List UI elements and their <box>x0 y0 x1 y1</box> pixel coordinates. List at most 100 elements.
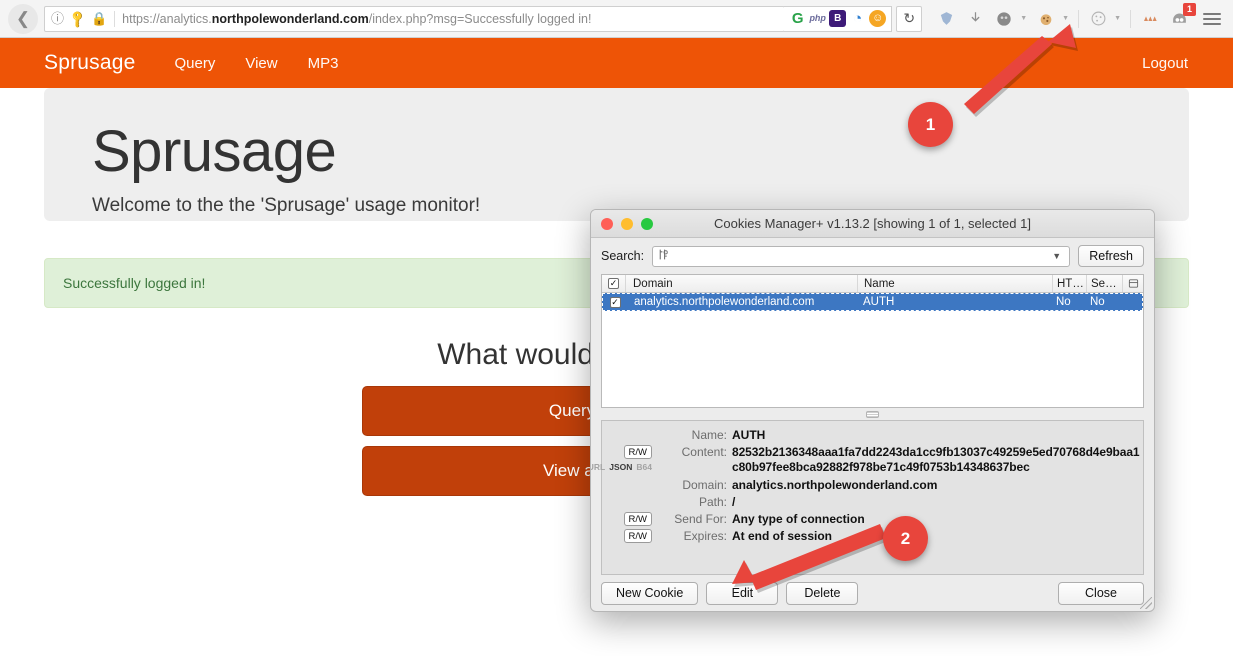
detail-expires-row: R/W Expires: At end of session <box>602 529 1143 543</box>
hero-jumbotron: Sprusage Welcome to the the 'Sprusage' u… <box>44 88 1189 221</box>
detail-expires-label: Expires: <box>683 529 727 543</box>
detail-name-value: AUTH <box>732 428 766 442</box>
logout-link[interactable]: Logout <box>1127 55 1203 72</box>
delete-button[interactable]: Delete <box>786 581 859 605</box>
downloads-icon[interactable] <box>965 9 985 29</box>
cookie-list[interactable]: ✓ Domain Name HT… Se… ✓ analytics.northp… <box>601 274 1144 408</box>
site-identity-box[interactable]: ⓘ 🔑 🔒 <box>51 8 114 29</box>
hamburger-menu-icon[interactable] <box>1197 12 1233 25</box>
detail-expires-value: At end of session <box>732 529 833 543</box>
nav-link-mp3[interactable]: MP3 <box>293 55 354 72</box>
colorzilla-icon[interactable]: ◔ <box>849 10 866 27</box>
detail-path-value: / <box>732 495 736 509</box>
url-text: https://analytics.northpolewonderland.co… <box>122 12 591 26</box>
reload-icon[interactable]: ↻ <box>896 5 923 32</box>
cookie-caret-icon[interactable]: ▼ <box>1062 15 1069 22</box>
detail-sendfor-label: Send For: <box>674 512 727 526</box>
pocket-icon[interactable] <box>936 9 956 29</box>
profile-caret-icon[interactable]: ▼ <box>1020 15 1027 22</box>
column-header-name[interactable]: Name <box>858 275 1053 292</box>
key-icon: 🔑 <box>67 8 88 29</box>
column-header-secure[interactable]: Se… <box>1087 275 1123 292</box>
nav-link-query[interactable]: Query <box>160 55 231 72</box>
window-minimize-icon[interactable] <box>621 217 633 230</box>
column-header-domain[interactable]: Domain <box>626 275 858 292</box>
annotation-callout-2: 2 <box>883 516 928 561</box>
ghostery-icon[interactable]: G <box>789 10 806 27</box>
filter-settings-icon <box>657 248 670 264</box>
address-bar[interactable]: ⓘ 🔑 🔒 https://analytics.northpolewonderl… <box>44 5 786 32</box>
column-settings-icon[interactable] <box>1123 275 1143 292</box>
close-button[interactable]: Close <box>1058 581 1144 605</box>
site-brand[interactable]: Sprusage <box>44 51 136 75</box>
expires-rw-toggle[interactable]: R/W <box>623 529 652 543</box>
table-row[interactable]: ✓ analytics.northpolewonderland.com AUTH… <box>602 293 1143 311</box>
detail-path-row: Path: / <box>602 495 1143 509</box>
url-suffix: /index.php?msg=Successfully logged in! <box>368 11 592 26</box>
smile-icon[interactable]: ☺ <box>869 10 887 27</box>
bitwarden-icon[interactable]: B <box>829 10 847 27</box>
browser-toolbar: ❮ ⓘ 🔑 🔒 https://analytics.northpolewonde… <box>0 0 1233 38</box>
content-rw-toggle[interactable]: R/W <box>623 445 652 459</box>
back-arrow-icon: ❮ <box>15 9 31 28</box>
detail-expires-controls: R/W <box>602 529 658 543</box>
checkbox-icon: ✓ <box>608 278 619 289</box>
site-navbar: Sprusage Query View MP3 Logout <box>0 38 1233 88</box>
row-spacer <box>1122 294 1142 310</box>
select-all-checkbox[interactable]: ✓ <box>602 275 626 292</box>
extension-fox-icon[interactable] <box>1140 9 1160 29</box>
palette-icon[interactable] <box>1088 9 1108 29</box>
chevron-down-icon[interactable]: ▼ <box>1052 251 1065 261</box>
refresh-button[interactable]: Refresh <box>1078 245 1144 267</box>
dialog-title: Cookies Manager+ v1.13.2 [showing 1 of 1… <box>714 216 1031 231</box>
window-maximize-icon[interactable] <box>641 217 653 230</box>
cookie-details-pane: Name: AUTH R/W URL JSON B64 Content: 825… <box>591 420 1144 575</box>
url-divider <box>114 10 116 27</box>
cookie-icon[interactable] <box>1036 9 1056 29</box>
dialog-footer: New Cookie Edit Delete Close <box>591 575 1154 611</box>
dialog-titlebar[interactable]: Cookies Manager+ v1.13.2 [showing 1 of 1… <box>591 210 1154 238</box>
search-row: Search: ▼ Refresh <box>591 238 1154 274</box>
cookies-manager-toolbar-icon[interactable]: 1 <box>1169 2 1196 29</box>
sendfor-rw-toggle[interactable]: R/W <box>623 512 652 526</box>
php-icon[interactable]: php <box>809 10 826 27</box>
nav-link-view[interactable]: View <box>230 55 292 72</box>
window-close-icon[interactable] <box>601 217 613 230</box>
notification-badge: 1 <box>1183 2 1196 16</box>
pane-splitter[interactable] <box>601 408 1144 420</box>
cookie-list-header: ✓ Domain Name HT… Se… <box>602 275 1143 293</box>
extension-icons-group: G php B ◔ ☺ <box>784 5 893 32</box>
info-icon: ⓘ <box>51 11 65 26</box>
column-header-httponly[interactable]: HT… <box>1053 275 1087 292</box>
url-encoding-chip[interactable]: URL <box>591 461 605 473</box>
row-checkbox[interactable]: ✓ <box>603 294 627 310</box>
toolbar-divider <box>1078 9 1080 28</box>
user-profile-icon[interactable] <box>994 9 1014 29</box>
window-controls <box>591 217 653 230</box>
url-prefix: https://analytics. <box>122 11 212 26</box>
annotation-callout-1: 1 <box>908 102 953 147</box>
detail-domain-value: analytics.northpolewonderland.com <box>732 478 938 492</box>
row-domain: analytics.northpolewonderland.com <box>634 296 815 308</box>
b64-encoding-chip[interactable]: B64 <box>636 461 652 473</box>
checkbox-icon: ✓ <box>609 296 621 308</box>
column-header-secure-label: Se… <box>1091 277 1117 290</box>
row-name: AUTH <box>863 296 895 308</box>
back-button[interactable]: ❮ <box>8 3 38 34</box>
edit-button[interactable]: Edit <box>706 581 779 605</box>
detail-domain-label: Domain: <box>682 478 727 492</box>
url-domain: northpolewonderland.com <box>211 11 369 26</box>
palette-caret-icon[interactable]: ▼ <box>1114 15 1121 22</box>
detail-sendfor-row: R/W Send For: Any type of connection <box>602 512 1143 526</box>
toolbar-icons-group: ▼ ▼ ▼ 1 <box>928 2 1197 29</box>
detail-content-controls: R/W URL JSON B64 <box>591 445 658 473</box>
search-input[interactable]: ▼ <box>652 245 1071 267</box>
resize-grip-icon[interactable] <box>1140 597 1152 609</box>
new-cookie-button[interactable]: New Cookie <box>601 581 699 605</box>
detail-content-label: Content: <box>681 445 727 459</box>
padlock-icon: 🔒 <box>90 11 108 26</box>
splitter-grip-icon[interactable] <box>866 410 879 418</box>
json-encoding-chip[interactable]: JSON <box>609 461 632 473</box>
cookies-manager-dialog: Cookies Manager+ v1.13.2 [showing 1 of 1… <box>590 209 1155 612</box>
row-httponly: No <box>1056 296 1071 308</box>
